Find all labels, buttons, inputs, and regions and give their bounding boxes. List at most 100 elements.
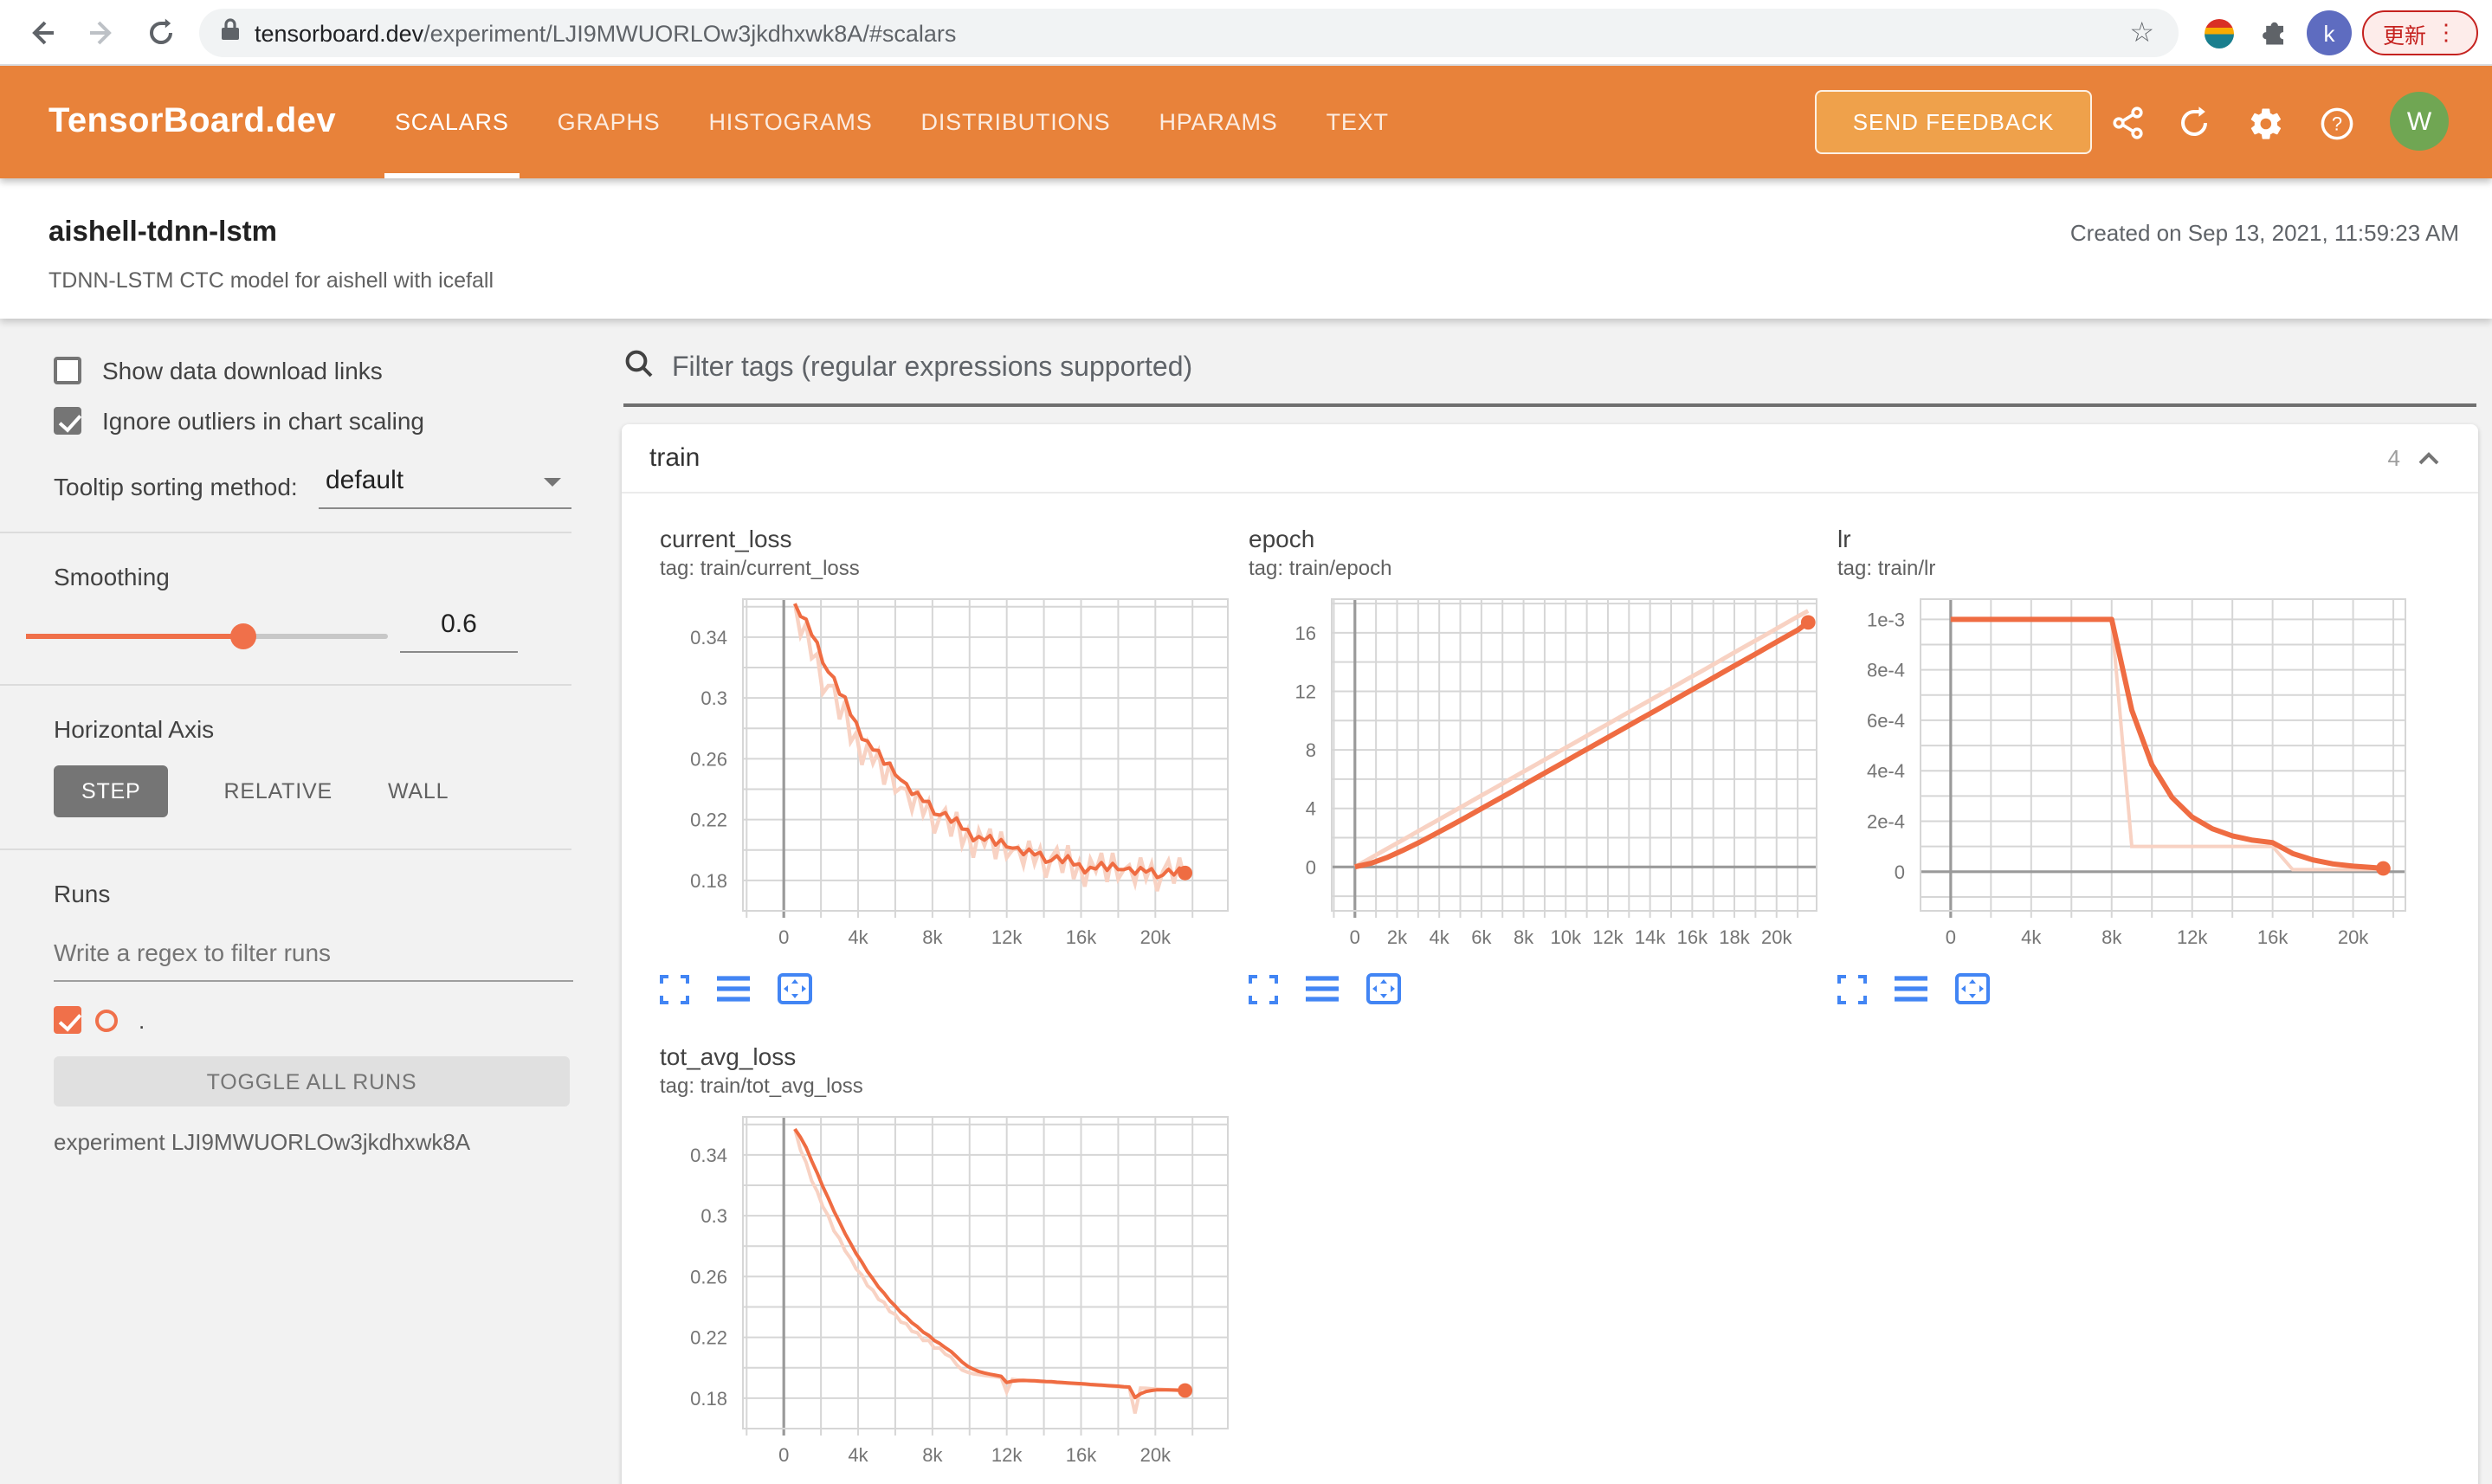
chart-plot[interactable]: 0 4k 8k 12k 16k 20k 0.18 0.22 0.26 0.3 0.34 <box>660 594 1238 951</box>
tab-scalars[interactable]: SCALARS <box>371 66 533 178</box>
chart-plot[interactable]: 0 2k 4k 6k 8k 10k 12k 14k 16k 18k 20k 0 4 8 12 16 <box>1249 594 1827 951</box>
url-host: tensorboard.dev <box>255 20 424 46</box>
slider-thumb[interactable] <box>230 623 256 649</box>
run-checkbox[interactable] <box>54 1006 81 1034</box>
tab-histograms[interactable]: HISTOGRAMS <box>685 66 897 178</box>
tooltip-sorting-select[interactable]: default <box>319 462 571 509</box>
expand-icon[interactable] <box>1837 974 1867 1003</box>
svg-text:12k: 12k <box>2177 926 2208 948</box>
user-avatar[interactable]: W <box>2390 92 2449 151</box>
extensions-puzzle-icon[interactable] <box>2255 12 2296 54</box>
experiment-description: TDNN-LSTM CTC model for aishell with ice… <box>48 268 494 293</box>
url-bar[interactable]: tensorboard.dev/experiment/LJI9MWUORLOw3… <box>199 9 2179 57</box>
log-scale-icon[interactable] <box>717 975 750 1003</box>
main-panel: train 4 current_loss tag: train/current_… <box>620 319 2492 1484</box>
svg-text:8k: 8k <box>922 926 943 948</box>
axis-relative-button[interactable]: RELATIVE <box>197 765 360 817</box>
app-header: TensorBoard.dev SCALARS GRAPHS HISTOGRAM… <box>0 66 2492 178</box>
settings-gear-icon[interactable] <box>2244 102 2286 144</box>
svg-text:16k: 16k <box>1066 926 1097 948</box>
chart-toolbar <box>1837 973 2416 1004</box>
svg-text:0: 0 <box>778 926 789 948</box>
tab-graphs[interactable]: GRAPHS <box>533 66 685 178</box>
experiment-titlebar: aishell-tdnn-lstm TDNN-LSTM CTC model fo… <box>0 178 2492 319</box>
group-count: 4 <box>2387 445 2400 471</box>
chart-plot[interactable]: 0 4k 8k 12k 16k 20k 0 2e-4 4e-4 6e-4 8e-4 1e-3 <box>1837 594 2416 951</box>
browser-update-button[interactable]: 更新 ⋮ <box>2362 10 2478 55</box>
browser-profile-avatar[interactable]: k <box>2307 10 2352 55</box>
svg-text:0.18: 0.18 <box>690 1388 727 1410</box>
axis-wall-button[interactable]: WALL <box>360 765 476 817</box>
runs-regex-input[interactable] <box>54 932 573 982</box>
svg-text:?: ? <box>2331 113 2341 134</box>
svg-text:16k: 16k <box>2257 926 2289 948</box>
bookmark-star-icon[interactable]: ☆ <box>2129 16 2154 50</box>
show-download-links-label: Show data download links <box>102 357 383 384</box>
smoothing-title: Smoothing <box>54 563 170 590</box>
chart-tot-avg-loss: tot_avg_loss tag: train/tot_avg_loss 0 4k… <box>660 1042 1238 1484</box>
runs-title: Runs <box>54 880 111 907</box>
chart-title: epoch <box>1249 525 1315 552</box>
svg-text:1e-3: 1e-3 <box>1867 609 1905 630</box>
toggle-all-runs-button[interactable]: TOGGLE ALL RUNS <box>54 1056 570 1107</box>
log-scale-icon[interactable] <box>1306 975 1339 1003</box>
refresh-icon[interactable] <box>2173 102 2215 144</box>
smoothing-slider-row: 0.6 <box>0 604 620 674</box>
smoothing-value-field[interactable]: 0.6 <box>400 610 518 653</box>
svg-text:18k: 18k <box>1719 926 1750 948</box>
svg-text:0.34: 0.34 <box>690 1145 727 1166</box>
train-group-header[interactable]: train 4 <box>622 424 2478 494</box>
chart-toolbar <box>1249 973 1827 1004</box>
svg-text:16: 16 <box>1295 623 1316 644</box>
chart-plot[interactable]: 0 4k 8k 12k 16k 20k 0.18 0.22 0.26 0.3 0.34 <box>660 1112 1238 1468</box>
svg-text:0.3: 0.3 <box>700 1205 727 1227</box>
svg-text:16k: 16k <box>1677 926 1708 948</box>
update-label: 更新 <box>2382 23 2426 48</box>
tooltip-sorting-value: default <box>326 466 404 495</box>
slider-fill <box>26 634 242 639</box>
tab-distributions[interactable]: DISTRIBUTIONS <box>897 66 1135 178</box>
fit-domain-icon[interactable] <box>1366 973 1401 1004</box>
train-group-card: train 4 current_loss tag: train/current_… <box>622 424 2478 1484</box>
fit-domain-icon[interactable] <box>778 973 812 1004</box>
run-row[interactable]: . <box>0 1006 620 1034</box>
axis-step-button[interactable]: STEP <box>54 765 169 817</box>
fit-domain-icon[interactable] <box>1955 973 1990 1004</box>
chart-title: current_loss <box>660 525 792 552</box>
tab-text[interactable]: TEXT <box>1302 66 1413 178</box>
collapse-chevron-icon[interactable] <box>2418 442 2440 474</box>
filter-tags-input[interactable] <box>672 352 2231 384</box>
share-icon[interactable] <box>2108 102 2149 144</box>
group-name: train <box>649 443 700 473</box>
forward-icon[interactable] <box>81 12 123 54</box>
app-logo[interactable]: TensorBoard.dev <box>48 102 336 142</box>
chart-tag: tag: train/current_loss <box>660 556 860 580</box>
help-icon[interactable]: ? <box>2315 102 2357 144</box>
ignore-outliers-checkbox-row[interactable]: Ignore outliers in chart scaling <box>0 407 620 435</box>
svg-text:4k: 4k <box>848 926 868 948</box>
ignore-outliers-checkbox[interactable] <box>54 407 81 435</box>
reload-icon[interactable] <box>140 12 182 54</box>
send-feedback-button[interactable]: SEND FEEDBACK <box>1815 90 2092 154</box>
svg-text:0: 0 <box>1306 856 1316 878</box>
show-download-links-checkbox-row[interactable]: Show data download links <box>0 357 620 384</box>
browser-menu-icon[interactable]: ⋮ <box>2435 19 2457 47</box>
nav-tabs: SCALARS GRAPHS HISTOGRAMS DISTRIBUTIONS … <box>371 66 1413 178</box>
expand-icon[interactable] <box>660 974 689 1003</box>
tooltip-sorting-row: Tooltip sorting method: default <box>0 466 620 509</box>
expand-icon[interactable] <box>1249 974 1278 1003</box>
smoothing-slider[interactable] <box>26 623 388 649</box>
svg-text:2k: 2k <box>1387 926 1408 948</box>
svg-text:6k: 6k <box>1471 926 1492 948</box>
tab-hparams[interactable]: HPARAMS <box>1134 66 1301 178</box>
run-color-icon <box>95 1009 118 1031</box>
extension-bowl-icon[interactable] <box>2205 19 2234 48</box>
back-icon[interactable] <box>21 12 62 54</box>
divider <box>0 684 571 686</box>
log-scale-icon[interactable] <box>1895 975 1927 1003</box>
chevron-down-icon <box>544 478 561 487</box>
svg-text:0: 0 <box>778 1444 789 1466</box>
divider <box>0 848 571 850</box>
show-download-links-checkbox[interactable] <box>54 357 81 384</box>
svg-text:12: 12 <box>1295 681 1316 702</box>
